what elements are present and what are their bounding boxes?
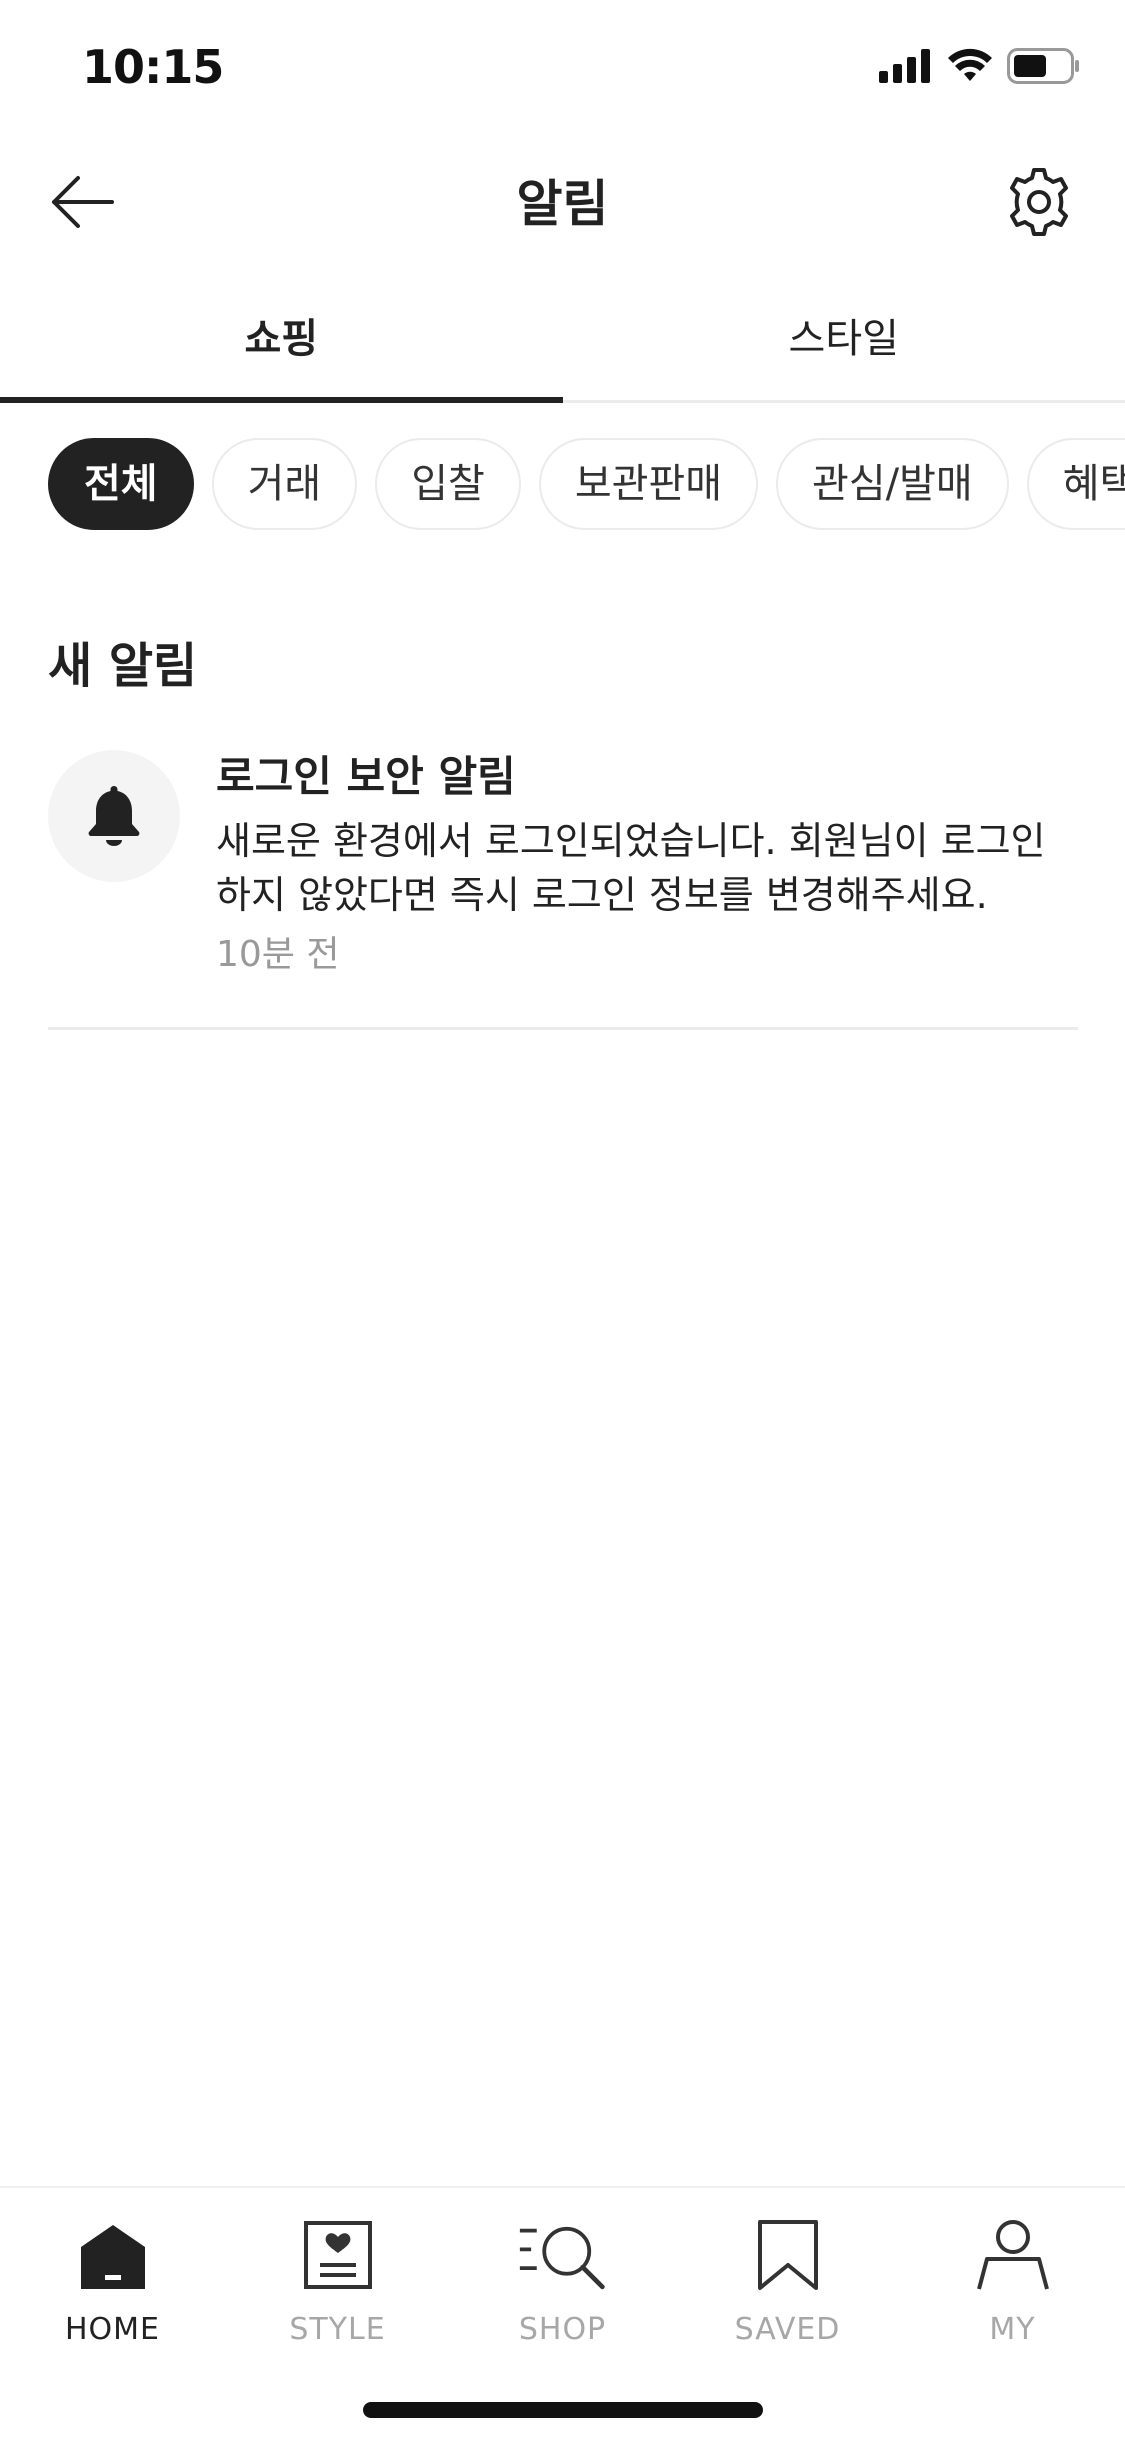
status-bar: 10:15 — [0, 0, 1125, 132]
header: 알림 — [0, 132, 1125, 262]
notification-item[interactable]: 로그인 보안 알림 새로운 환경에서 로그인되었습니다. 회원님이 로그인 하지… — [48, 750, 1078, 1030]
tab-style[interactable]: 스타일 — [563, 282, 1125, 400]
filter-bid[interactable]: 입찰 — [375, 438, 521, 530]
filter-storage-sale[interactable]: 보관판매 — [539, 438, 758, 530]
battery-icon — [1007, 48, 1081, 84]
bottom-nav: HOME STYLE SHOP — [0, 2186, 1125, 2438]
signal-icon — [879, 49, 933, 83]
filter-all[interactable]: 전체 — [48, 438, 194, 530]
nav-shop[interactable]: SHOP — [450, 2210, 675, 2347]
filter-trade[interactable]: 거래 — [212, 438, 358, 530]
nav-my[interactable]: MY — [900, 2210, 1125, 2347]
filter-chips: 전체 거래 입찰 보관판매 관심/발매 혜택 — [48, 438, 1125, 530]
shop-icon — [518, 2210, 608, 2300]
notification-text: 새로운 환경에서 로그인되었습니다. 회원님이 로그인 하지 않았다면 즉시 로… — [216, 814, 1096, 922]
tab-shopping[interactable]: 쇼핑 — [0, 282, 563, 400]
settings-button[interactable] — [997, 160, 1081, 244]
status-icons — [879, 48, 1081, 84]
bookmark-icon — [743, 2210, 833, 2300]
notification-body: 로그인 보안 알림 새로운 환경에서 로그인되었습니다. 회원님이 로그인 하지… — [216, 750, 1116, 980]
filter-benefit[interactable]: 혜택 — [1027, 438, 1125, 530]
nav-saved[interactable]: SAVED — [675, 2210, 900, 2347]
status-time: 10:15 — [82, 40, 223, 94]
home-indicator — [363, 2402, 763, 2418]
nav-my-label: MY — [989, 2312, 1035, 2347]
section-title: 새 알림 — [48, 626, 197, 696]
gear-icon — [1003, 166, 1075, 238]
wifi-icon — [947, 48, 993, 84]
nav-saved-label: SAVED — [735, 2312, 841, 2347]
notification-icon-wrap — [48, 750, 180, 882]
notification-title: 로그인 보안 알림 — [216, 750, 1116, 804]
nav-home[interactable]: HOME — [0, 2210, 225, 2347]
nav-style-label: STYLE — [289, 2312, 385, 2347]
person-icon — [968, 2210, 1058, 2300]
nav-home-label: HOME — [65, 2312, 160, 2347]
tab-bar: 쇼핑 스타일 — [0, 282, 1125, 403]
home-icon — [68, 2210, 158, 2300]
page-title: 알림 — [0, 164, 1125, 236]
style-icon — [293, 2210, 383, 2300]
filter-interest-release[interactable]: 관심/발매 — [776, 438, 1009, 530]
nav-style[interactable]: STYLE — [225, 2210, 450, 2347]
notification-time: 10분 전 — [216, 930, 1116, 980]
nav-shop-label: SHOP — [519, 2312, 606, 2347]
bell-icon — [86, 784, 142, 848]
